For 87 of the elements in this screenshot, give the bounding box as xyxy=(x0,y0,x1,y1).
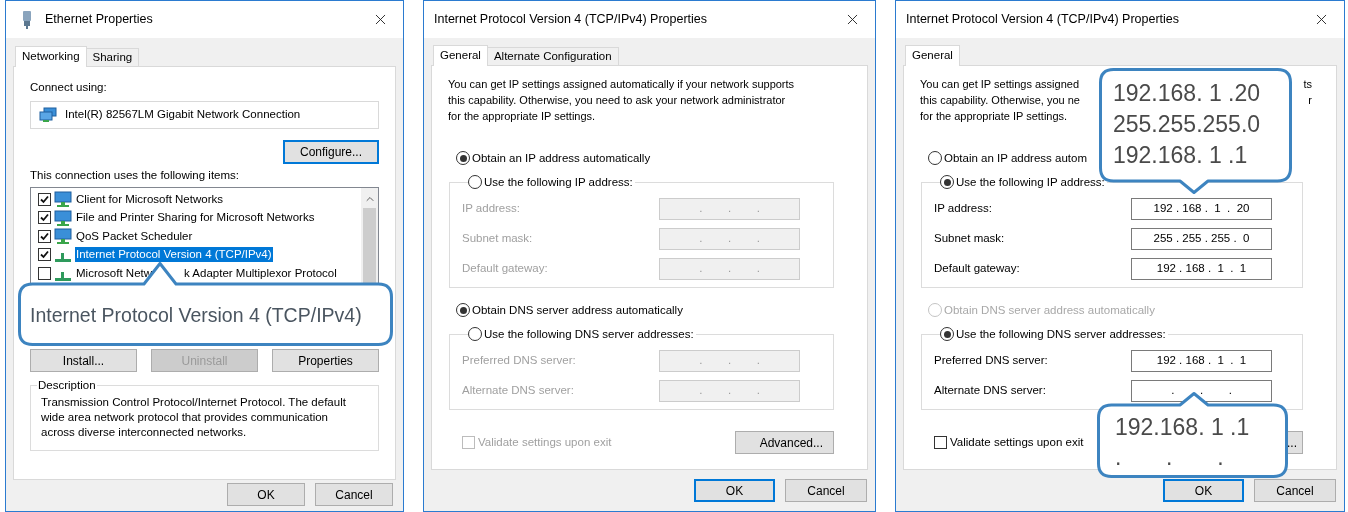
ip-address-field[interactable]: 255 . 255 . 255 . 0 xyxy=(1131,228,1272,250)
radio-label[interactable]: Obtain an IP address automatically xyxy=(472,150,651,166)
checkbox-label[interactable]: Validate settings upon exit xyxy=(950,433,1084,452)
radio-label[interactable]: Use the following IP address: xyxy=(484,174,633,190)
network-connector-icon xyxy=(55,271,71,281)
radio-button[interactable] xyxy=(940,327,954,341)
field-label: Alternate DNS server: xyxy=(934,383,1047,399)
field-label: Subnet mask: xyxy=(462,231,534,247)
ip-address-field[interactable]: . . . xyxy=(1131,380,1272,402)
intro-text: ts xyxy=(1303,76,1312,92)
list-item[interactable]: Internet Protocol Version 4 (TCP/IPv4) xyxy=(75,247,273,263)
checkbox[interactable] xyxy=(38,211,51,225)
intro-text: this capability. Otherwise, you need to ask your network administrator xyxy=(448,92,786,108)
advanced-button[interactable]: Advanced... xyxy=(735,431,834,454)
radio-label[interactable]: Obtain an IP address autom xyxy=(944,150,1087,166)
callout-text: Internet Protocol Version 4 (TCP/IPv4) xyxy=(30,303,362,328)
field-label: Default gateway: xyxy=(934,261,1021,277)
tab[interactable]: General xyxy=(433,45,488,66)
configure-button[interactable]: Configure... xyxy=(283,140,379,164)
intro-text: You can get IP settings assigned automatically if your network supports xyxy=(448,76,795,92)
field-label: Preferred DNS server: xyxy=(462,353,577,369)
description-text: Transmission Control Protocol/Internet Protocol. The default wide area network protocol that provides communication across diverse interconnected networks. xyxy=(41,395,347,440)
computer-icon xyxy=(54,191,72,208)
intro-text: this capability. Otherwise, you ne xyxy=(920,92,1080,108)
radio-label[interactable]: Use the following IP address: xyxy=(956,174,1105,190)
intro-text: for the appropriate IP settings. xyxy=(448,108,596,124)
scrollbar-thumb[interactable] xyxy=(363,208,376,283)
radio-label[interactable]: Use the following DNS server addresses: xyxy=(484,326,694,342)
field-label: Alternate DNS server: xyxy=(462,383,575,399)
checkbox[interactable] xyxy=(934,436,947,449)
radio-label[interactable]: Obtain DNS server address automatically xyxy=(472,302,683,318)
field-label: IP address: xyxy=(934,201,993,217)
field-label: Subnet mask: xyxy=(934,231,1006,247)
tab[interactable]: General xyxy=(905,45,960,66)
list-item[interactable]: QoS Packet Scheduler xyxy=(75,228,194,244)
network-connector-icon xyxy=(55,253,71,262)
tab[interactable]: Networking xyxy=(15,46,87,67)
window-title: Ethernet Properties xyxy=(45,11,154,29)
dialog-button[interactable]: OK xyxy=(1163,479,1244,502)
computer-icon xyxy=(54,209,72,226)
tab[interactable]: Sharing xyxy=(86,48,140,66)
scrollbar[interactable] xyxy=(361,188,378,283)
ip-address-field[interactable]: 192 . 168 . 1 . 20 xyxy=(1131,198,1272,220)
dialog-button[interactable]: Cancel xyxy=(1254,479,1336,502)
callout-text: 192.168. 1 .1 xyxy=(1113,141,1248,170)
intro-text: You can get IP settings assigned xyxy=(920,76,1079,92)
group-title: Description xyxy=(37,378,97,393)
checkbox[interactable] xyxy=(38,229,51,243)
radio-button[interactable] xyxy=(456,303,470,317)
adapter-name: Intel(R) 82567LM Gigabit Network Connection xyxy=(65,107,301,123)
radio-button[interactable] xyxy=(456,151,470,165)
plug-icon xyxy=(21,10,33,29)
checkbox[interactable] xyxy=(38,266,51,280)
list-item[interactable]: Client for Microsoft Networks xyxy=(75,191,224,207)
radio-button[interactable] xyxy=(940,175,954,189)
ip-address-field[interactable]: 192 . 168 . 1 . 1 xyxy=(1131,350,1272,372)
callout-text: 192.168. 1 .1 xyxy=(1115,412,1250,442)
computer-icon xyxy=(54,228,72,245)
dialog-button[interactable]: OK xyxy=(227,483,305,506)
tab[interactable]: Alternate Configuration xyxy=(487,47,619,65)
radio-button[interactable] xyxy=(468,327,482,341)
window-title: Internet Protocol Version 4 (TCP/IPv4) Properties xyxy=(906,11,1181,29)
checkbox[interactable] xyxy=(38,248,51,262)
list-item[interactable]: File and Printer Sharing for Microsoft Networks xyxy=(75,210,316,226)
checkbox[interactable] xyxy=(38,192,51,206)
field-label: Preferred DNS server: xyxy=(934,353,1049,369)
action-button[interactable]: Install... xyxy=(30,349,137,372)
field-label: Connect using: xyxy=(30,80,108,95)
intro-text: r xyxy=(1308,92,1312,108)
field-label: Default gateway: xyxy=(462,261,549,277)
section-label: This connection uses the following items: xyxy=(30,168,241,183)
callout-text: 255.255.255.0 xyxy=(1113,110,1261,139)
callout-text: 192.168. 1 .20 xyxy=(1113,79,1261,108)
network-adapter-icon xyxy=(39,107,57,123)
action-button[interactable]: Properties xyxy=(272,349,379,372)
dialog-button[interactable]: Cancel xyxy=(315,483,393,506)
field-label: IP address: xyxy=(462,201,521,217)
ip-address-field[interactable]: 192 . 168 . 1 . 1 xyxy=(1131,258,1272,280)
intro-text: for the appropriate IP settings. xyxy=(920,108,1068,124)
dialog-button[interactable]: Cancel xyxy=(785,479,867,502)
callout-text: . . . xyxy=(1115,442,1224,472)
list-item[interactable]: k Adapter Multiplexor Protocol xyxy=(184,265,337,281)
radio-button[interactable] xyxy=(928,151,942,165)
radio-button[interactable] xyxy=(468,175,482,189)
dialog-button[interactable]: OK xyxy=(694,479,775,502)
window-title: Internet Protocol Version 4 (TCP/IPv4) Properties xyxy=(434,11,709,29)
radio-label[interactable]: Use the following DNS server addresses: xyxy=(956,326,1166,342)
